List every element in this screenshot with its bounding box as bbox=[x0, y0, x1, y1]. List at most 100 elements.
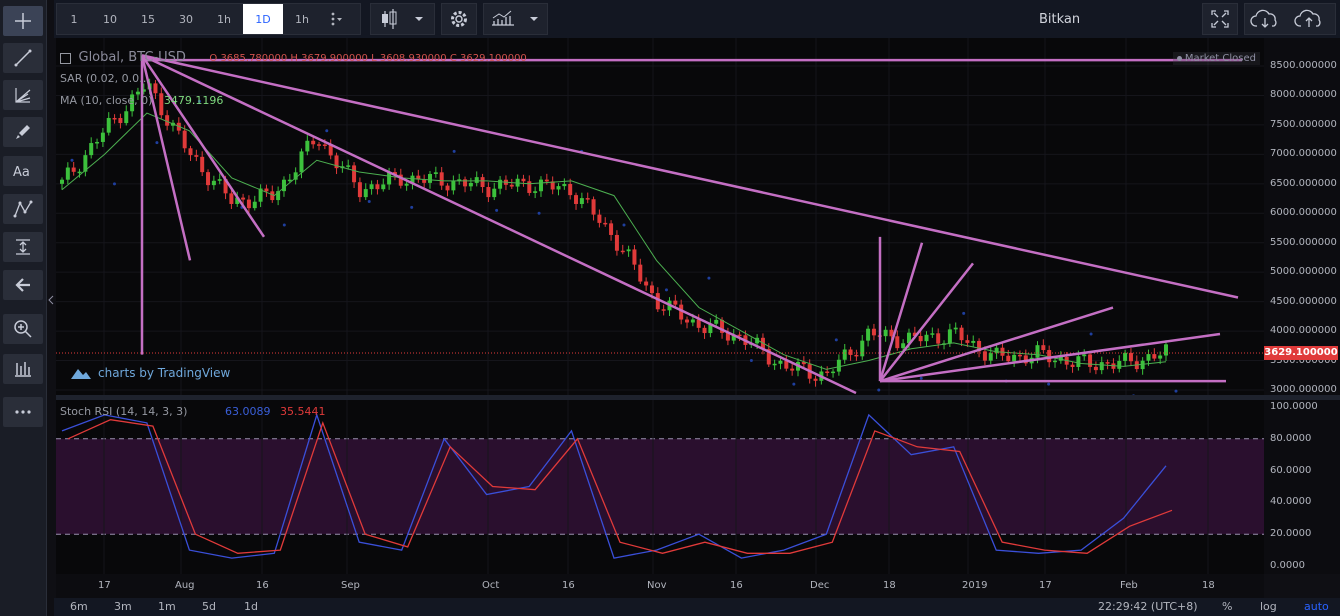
tradingview-badge[interactable]: charts by TradingView bbox=[70, 366, 230, 380]
candle-body bbox=[638, 264, 643, 282]
price-axis[interactable]: 8500.000000 8000.000000 7500.000000 7000.00… bbox=[1264, 38, 1340, 395]
candle-body bbox=[299, 151, 304, 173]
rsi-band bbox=[56, 438, 1264, 535]
time-axis-label: Nov bbox=[647, 580, 667, 591]
collapse-handle[interactable] bbox=[48, 292, 54, 306]
interval-group: 1 10 15 30 1h 1D 1h bbox=[56, 3, 361, 35]
time-axis[interactable]: 17 Aug 16 Sep Oct 16 Nov 16 Dec 18 2019 17 Feb 18 bbox=[56, 574, 1264, 598]
trading-app: Aa 1 10 15 30 1h 1D 1h Bitkan Global, BT… bbox=[0, 0, 1340, 616]
fullscreen-button[interactable] bbox=[1202, 3, 1238, 35]
candle-body bbox=[428, 173, 432, 183]
cloud-download-icon[interactable] bbox=[1245, 5, 1289, 33]
candle-body bbox=[1035, 345, 1040, 358]
price-axis-label: 7000.000000 bbox=[1270, 148, 1337, 160]
crosshair-icon bbox=[15, 13, 31, 29]
indicators-icon bbox=[492, 10, 538, 26]
tradingview-label: charts by TradingView bbox=[98, 366, 231, 380]
indicators-dropdown[interactable] bbox=[483, 3, 548, 35]
price-chart-canvas[interactable] bbox=[56, 38, 1264, 395]
candle-body bbox=[71, 167, 76, 172]
candle-body bbox=[702, 327, 707, 334]
log-scale-button[interactable]: log bbox=[1260, 600, 1277, 613]
interval-1-button[interactable]: 1 bbox=[57, 4, 91, 34]
interval-1h-alt-button[interactable]: 1h bbox=[283, 4, 321, 34]
interval-1d-button[interactable]: 1D bbox=[243, 4, 283, 34]
fan-line-drawing bbox=[140, 55, 192, 261]
range-1m-button[interactable]: 1m bbox=[158, 600, 176, 613]
candle-body bbox=[1152, 354, 1157, 359]
gear-icon bbox=[451, 11, 467, 27]
time-axis-label: 18 bbox=[1202, 580, 1215, 591]
candle-body bbox=[363, 189, 368, 198]
time-axis-label: 18 bbox=[883, 580, 896, 591]
candle-body bbox=[124, 111, 129, 124]
time-axis-label: 17 bbox=[98, 580, 111, 591]
range-1d-button[interactable]: 1d bbox=[244, 600, 258, 613]
brush-tool-button[interactable] bbox=[3, 117, 43, 147]
candle-body bbox=[346, 165, 351, 167]
interval-10-button[interactable]: 10 bbox=[91, 4, 129, 34]
trendline-tool-button[interactable] bbox=[3, 43, 43, 73]
drawing-toolbar: Aa bbox=[0, 0, 47, 616]
stoch-rsi-pane[interactable]: Stoch RSI (14, 14, 3, 3) 63.0089 35.5441 bbox=[56, 400, 1264, 574]
symbol-label[interactable]: Global, BTC-USD bbox=[79, 50, 186, 65]
candle-body bbox=[959, 327, 964, 341]
ma-legend[interactable]: MA (10, close, 0) 3479.1196 bbox=[60, 94, 223, 107]
pattern-tool-button[interactable] bbox=[3, 194, 43, 224]
candle-body bbox=[1041, 345, 1046, 351]
interval-more-button[interactable] bbox=[321, 4, 351, 34]
stoch-k-value: 63.0089 bbox=[224, 405, 271, 418]
candle-body bbox=[1082, 354, 1087, 357]
sar-dot bbox=[792, 382, 796, 386]
fib-tool-button[interactable] bbox=[3, 80, 43, 110]
zoom-button[interactable] bbox=[3, 314, 43, 344]
auto-scale-button[interactable]: auto bbox=[1304, 600, 1329, 613]
sar-dot bbox=[1047, 382, 1051, 386]
interval-15-button[interactable]: 15 bbox=[129, 4, 167, 34]
stoch-rsi-canvas[interactable] bbox=[56, 400, 1264, 574]
price-axis-label: 8000.000000 bbox=[1270, 89, 1337, 101]
interval-30-button[interactable]: 30 bbox=[167, 4, 205, 34]
candle-body bbox=[988, 353, 993, 361]
rsi-axis[interactable]: 100.0000 80.0000 60.0000 40.0000 20.0000 0.00… bbox=[1264, 400, 1340, 574]
back-button[interactable] bbox=[3, 270, 43, 300]
candle-body bbox=[486, 187, 491, 198]
candle-body bbox=[60, 179, 64, 184]
candle-body bbox=[778, 360, 783, 364]
candle-body bbox=[620, 250, 625, 253]
svg-text:Aa: Aa bbox=[13, 165, 30, 180]
range-5d-button[interactable]: 5d bbox=[202, 600, 216, 613]
candle-body bbox=[562, 183, 567, 187]
percent-scale-button[interactable]: % bbox=[1222, 600, 1232, 613]
interval-1h-button[interactable]: 1h bbox=[205, 4, 243, 34]
clock-display[interactable]: 22:29:42 (UTC+8) bbox=[1098, 600, 1198, 613]
candle-body bbox=[1099, 362, 1104, 371]
fan2-line-drawing bbox=[879, 262, 974, 382]
measure-tool-button[interactable] bbox=[3, 232, 43, 262]
time-axis-label: 17 bbox=[1039, 580, 1052, 591]
stoch-legend[interactable]: Stoch RSI (14, 14, 3, 3) 63.0089 35.5441 bbox=[60, 405, 325, 418]
more-tools-button[interactable] bbox=[3, 397, 43, 427]
candle-body bbox=[614, 234, 619, 251]
chart-type-dropdown[interactable] bbox=[370, 3, 435, 35]
candle-body bbox=[1146, 354, 1151, 361]
settings-button[interactable] bbox=[441, 3, 477, 35]
collapse-legend-icon[interactable] bbox=[60, 52, 71, 64]
zoom-icon bbox=[14, 320, 32, 338]
stoch-label: Stoch RSI (14, 14, 3, 3) bbox=[60, 405, 188, 418]
text-tool-button[interactable]: Aa bbox=[3, 156, 43, 186]
candle-body bbox=[100, 132, 105, 142]
range-3m-button[interactable]: 3m bbox=[114, 600, 132, 613]
candle-body bbox=[568, 183, 573, 196]
price-chart-pane[interactable]: Global, BTC-USD O 3685.780000 H 3679.900… bbox=[56, 38, 1264, 395]
cloud-upload-icon[interactable] bbox=[1289, 5, 1333, 33]
price-axis-label: 3000.000000 bbox=[1270, 384, 1337, 395]
range-6m-button[interactable]: 6m bbox=[70, 600, 88, 613]
candle-body bbox=[1105, 362, 1110, 364]
price-axis-label: 5000.000000 bbox=[1270, 266, 1337, 278]
sar-legend[interactable]: SAR (0.02, 0.0… bbox=[60, 72, 150, 85]
sar-dot bbox=[707, 276, 711, 280]
rsi-axis-label: 80.0000 bbox=[1270, 432, 1312, 444]
indicators-tool-button[interactable] bbox=[3, 354, 43, 384]
crosshair-tool-button[interactable] bbox=[3, 6, 43, 36]
